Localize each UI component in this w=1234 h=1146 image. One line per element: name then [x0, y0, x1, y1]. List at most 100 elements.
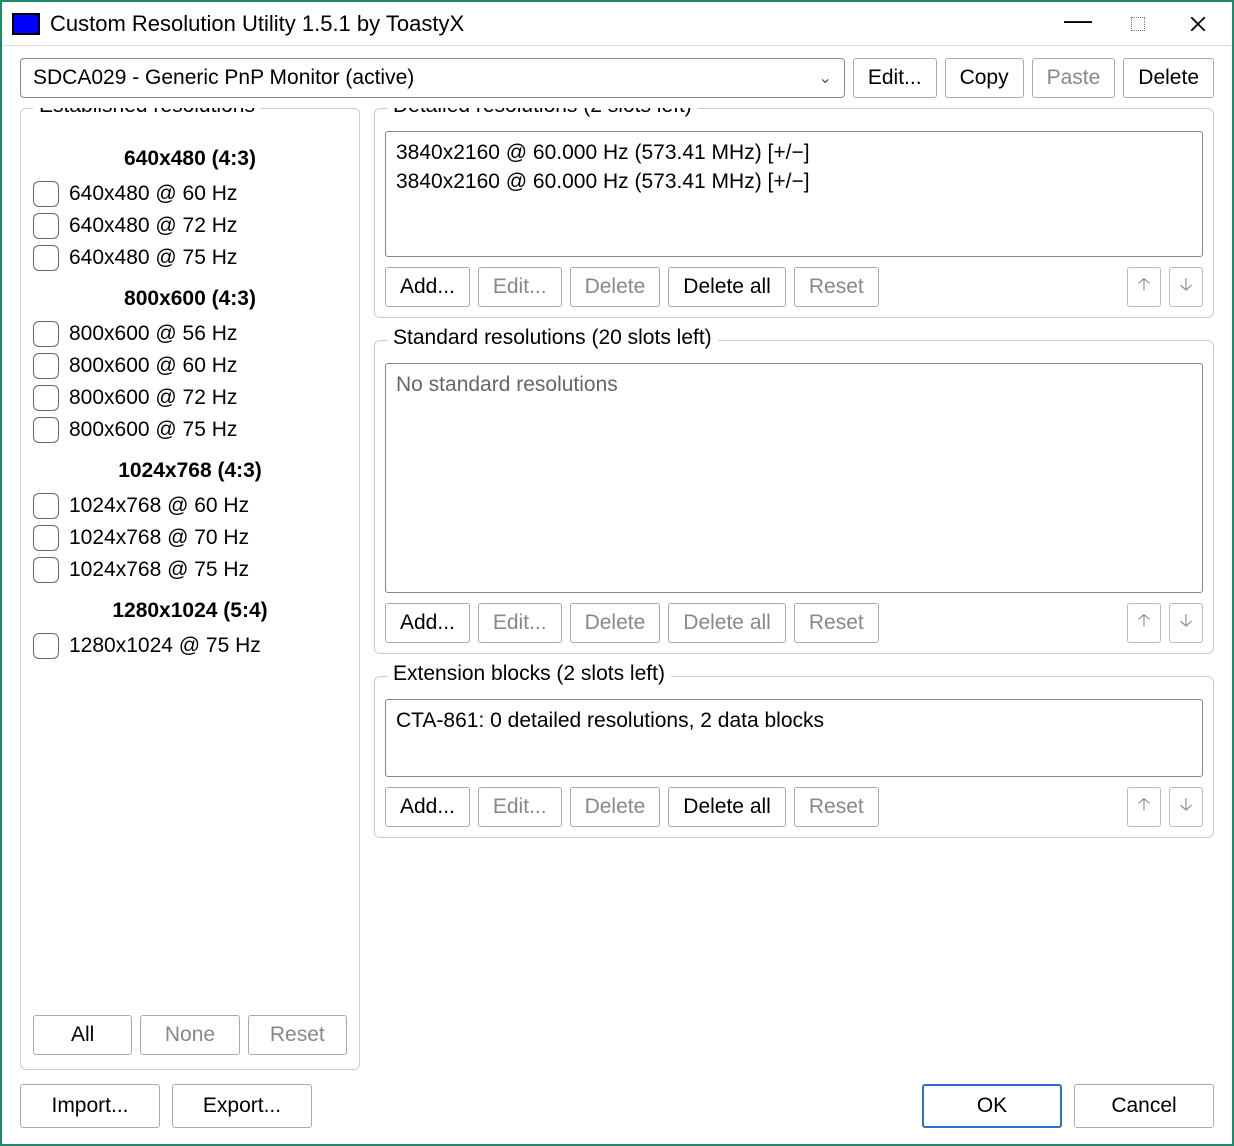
- extension-edit-button[interactable]: Edit...: [478, 787, 562, 827]
- minimize-button[interactable]: —: [1048, 4, 1108, 44]
- resolution-checkbox[interactable]: [33, 245, 59, 271]
- resolution-group-title: 800x600 (4:3): [33, 287, 347, 311]
- maximize-icon: [1131, 17, 1145, 31]
- toolbar: SDCA029 - Generic PnP Monitor (active) ⌄…: [2, 46, 1232, 108]
- detailed-move-down-button[interactable]: 🡣: [1169, 267, 1203, 307]
- arrow-down-icon: 🡣: [1180, 272, 1193, 302]
- established-reset-button[interactable]: Reset: [248, 1015, 347, 1055]
- resolution-checkbox[interactable]: [33, 321, 59, 347]
- resolution-item[interactable]: 1024x768 @ 70 Hz: [33, 525, 347, 551]
- detailed-reset-button[interactable]: Reset: [794, 267, 879, 307]
- extension-buttons: Add... Edit... Delete Delete all Reset 🡡…: [385, 787, 1203, 827]
- edit-monitor-button[interactable]: Edit...: [853, 58, 937, 98]
- detailed-resolution-item[interactable]: 3840x2160 @ 60.000 Hz (573.41 MHz) [+/−]: [396, 167, 1192, 196]
- resolution-checkbox[interactable]: [33, 633, 59, 659]
- detailed-buttons: Add... Edit... Delete Delete all Reset 🡡…: [385, 267, 1203, 307]
- standard-delete-all-button[interactable]: Delete all: [668, 603, 786, 643]
- resolution-label: 1280x1024 @ 75 Hz: [69, 634, 261, 658]
- established-none-button[interactable]: None: [140, 1015, 239, 1055]
- window-title: Custom Resolution Utility 1.5.1 by Toast…: [50, 11, 1048, 37]
- resolution-label: 1024x768 @ 75 Hz: [69, 558, 249, 582]
- extension-listbox[interactable]: CTA-861: 0 detailed resolutions, 2 data …: [385, 699, 1203, 777]
- resolution-checkbox[interactable]: [33, 213, 59, 239]
- established-list[interactable]: 640x480 (4:3)640x480 @ 60 Hz640x480 @ 72…: [27, 131, 353, 1005]
- extension-blocks-panel: Extension blocks (2 slots left) CTA-861:…: [374, 676, 1214, 838]
- standard-add-button[interactable]: Add...: [385, 603, 470, 643]
- resolution-checkbox[interactable]: [33, 353, 59, 379]
- resolution-checkbox[interactable]: [33, 493, 59, 519]
- app-icon: [12, 13, 40, 35]
- extension-move-down-button[interactable]: 🡣: [1169, 787, 1203, 827]
- copy-button[interactable]: Copy: [945, 58, 1024, 98]
- resolution-checkbox[interactable]: [33, 525, 59, 551]
- resolution-item[interactable]: 640x480 @ 60 Hz: [33, 181, 347, 207]
- close-icon: [1189, 15, 1207, 33]
- resolution-label: 800x600 @ 60 Hz: [69, 354, 237, 378]
- detailed-move-up-button[interactable]: 🡡: [1127, 267, 1161, 307]
- import-button[interactable]: Import...: [20, 1084, 160, 1128]
- detailed-delete-all-button[interactable]: Delete all: [668, 267, 786, 307]
- resolution-item[interactable]: 640x480 @ 72 Hz: [33, 213, 347, 239]
- arrow-up-icon: 🡡: [1138, 272, 1151, 302]
- resolution-item[interactable]: 800x600 @ 56 Hz: [33, 321, 347, 347]
- chevron-down-icon: ⌄: [818, 68, 831, 88]
- right-column: Detailed resolutions (2 slots left) 3840…: [374, 108, 1214, 1070]
- detailed-add-button[interactable]: Add...: [385, 267, 470, 307]
- monitor-select[interactable]: SDCA029 - Generic PnP Monitor (active) ⌄: [20, 58, 845, 98]
- established-resolutions-panel: Established resolutions 640x480 (4:3)640…: [20, 108, 360, 1070]
- resolution-item[interactable]: 1024x768 @ 75 Hz: [33, 557, 347, 583]
- arrow-up-icon: 🡡: [1138, 608, 1151, 638]
- resolution-item[interactable]: 1280x1024 @ 75 Hz: [33, 633, 347, 659]
- export-button[interactable]: Export...: [172, 1084, 312, 1128]
- resolution-item[interactable]: 800x600 @ 72 Hz: [33, 385, 347, 411]
- detailed-resolution-item[interactable]: 3840x2160 @ 60.000 Hz (573.41 MHz) [+/−]: [396, 138, 1192, 167]
- resolution-label: 800x600 @ 75 Hz: [69, 418, 237, 442]
- delete-monitor-button[interactable]: Delete: [1123, 58, 1214, 98]
- extension-delete-all-button[interactable]: Delete all: [668, 787, 786, 827]
- standard-empty-text: No standard resolutions: [396, 370, 1192, 399]
- resolution-group-title: 1280x1024 (5:4): [33, 599, 347, 623]
- resolution-label: 800x600 @ 56 Hz: [69, 322, 237, 346]
- resolution-item[interactable]: 640x480 @ 75 Hz: [33, 245, 347, 271]
- resolution-group-title: 1024x768 (4:3): [33, 459, 347, 483]
- detailed-title: Detailed resolutions (2 slots left): [387, 108, 698, 118]
- titlebar: Custom Resolution Utility 1.5.1 by Toast…: [2, 2, 1232, 46]
- standard-move-up-button[interactable]: 🡡: [1127, 603, 1161, 643]
- standard-reset-button[interactable]: Reset: [794, 603, 879, 643]
- cancel-button[interactable]: Cancel: [1074, 1084, 1214, 1128]
- established-title: Established resolutions: [33, 108, 261, 118]
- extension-move-up-button[interactable]: 🡡: [1127, 787, 1161, 827]
- paste-button[interactable]: Paste: [1032, 58, 1116, 98]
- resolution-item[interactable]: 1024x768 @ 60 Hz: [33, 493, 347, 519]
- standard-buttons: Add... Edit... Delete Delete all Reset 🡡…: [385, 603, 1203, 643]
- arrow-down-icon: 🡣: [1180, 792, 1193, 822]
- detailed-listbox[interactable]: 3840x2160 @ 60.000 Hz (573.41 MHz) [+/−]…: [385, 131, 1203, 257]
- resolution-checkbox[interactable]: [33, 417, 59, 443]
- close-button[interactable]: [1168, 4, 1228, 44]
- standard-move-down-button[interactable]: 🡣: [1169, 603, 1203, 643]
- resolution-label: 640x480 @ 72 Hz: [69, 214, 237, 238]
- detailed-delete-button[interactable]: Delete: [570, 267, 661, 307]
- standard-delete-button[interactable]: Delete: [570, 603, 661, 643]
- detailed-edit-button[interactable]: Edit...: [478, 267, 562, 307]
- resolution-label: 1024x768 @ 60 Hz: [69, 494, 249, 518]
- extension-delete-button[interactable]: Delete: [570, 787, 661, 827]
- ok-button[interactable]: OK: [922, 1084, 1062, 1128]
- extension-reset-button[interactable]: Reset: [794, 787, 879, 827]
- arrow-down-icon: 🡣: [1180, 608, 1193, 638]
- resolution-checkbox[interactable]: [33, 181, 59, 207]
- established-buttons: All None Reset: [27, 1005, 353, 1059]
- footer: Import... Export... OK Cancel: [2, 1070, 1232, 1144]
- standard-listbox[interactable]: No standard resolutions: [385, 363, 1203, 593]
- resolution-checkbox[interactable]: [33, 557, 59, 583]
- extension-block-item[interactable]: CTA-861: 0 detailed resolutions, 2 data …: [396, 706, 1192, 735]
- extension-add-button[interactable]: Add...: [385, 787, 470, 827]
- extension-title: Extension blocks (2 slots left): [387, 662, 671, 686]
- resolution-item[interactable]: 800x600 @ 60 Hz: [33, 353, 347, 379]
- arrow-up-icon: 🡡: [1138, 792, 1151, 822]
- resolution-item[interactable]: 800x600 @ 75 Hz: [33, 417, 347, 443]
- resolution-checkbox[interactable]: [33, 385, 59, 411]
- maximize-button[interactable]: [1108, 4, 1168, 44]
- established-all-button[interactable]: All: [33, 1015, 132, 1055]
- standard-edit-button[interactable]: Edit...: [478, 603, 562, 643]
